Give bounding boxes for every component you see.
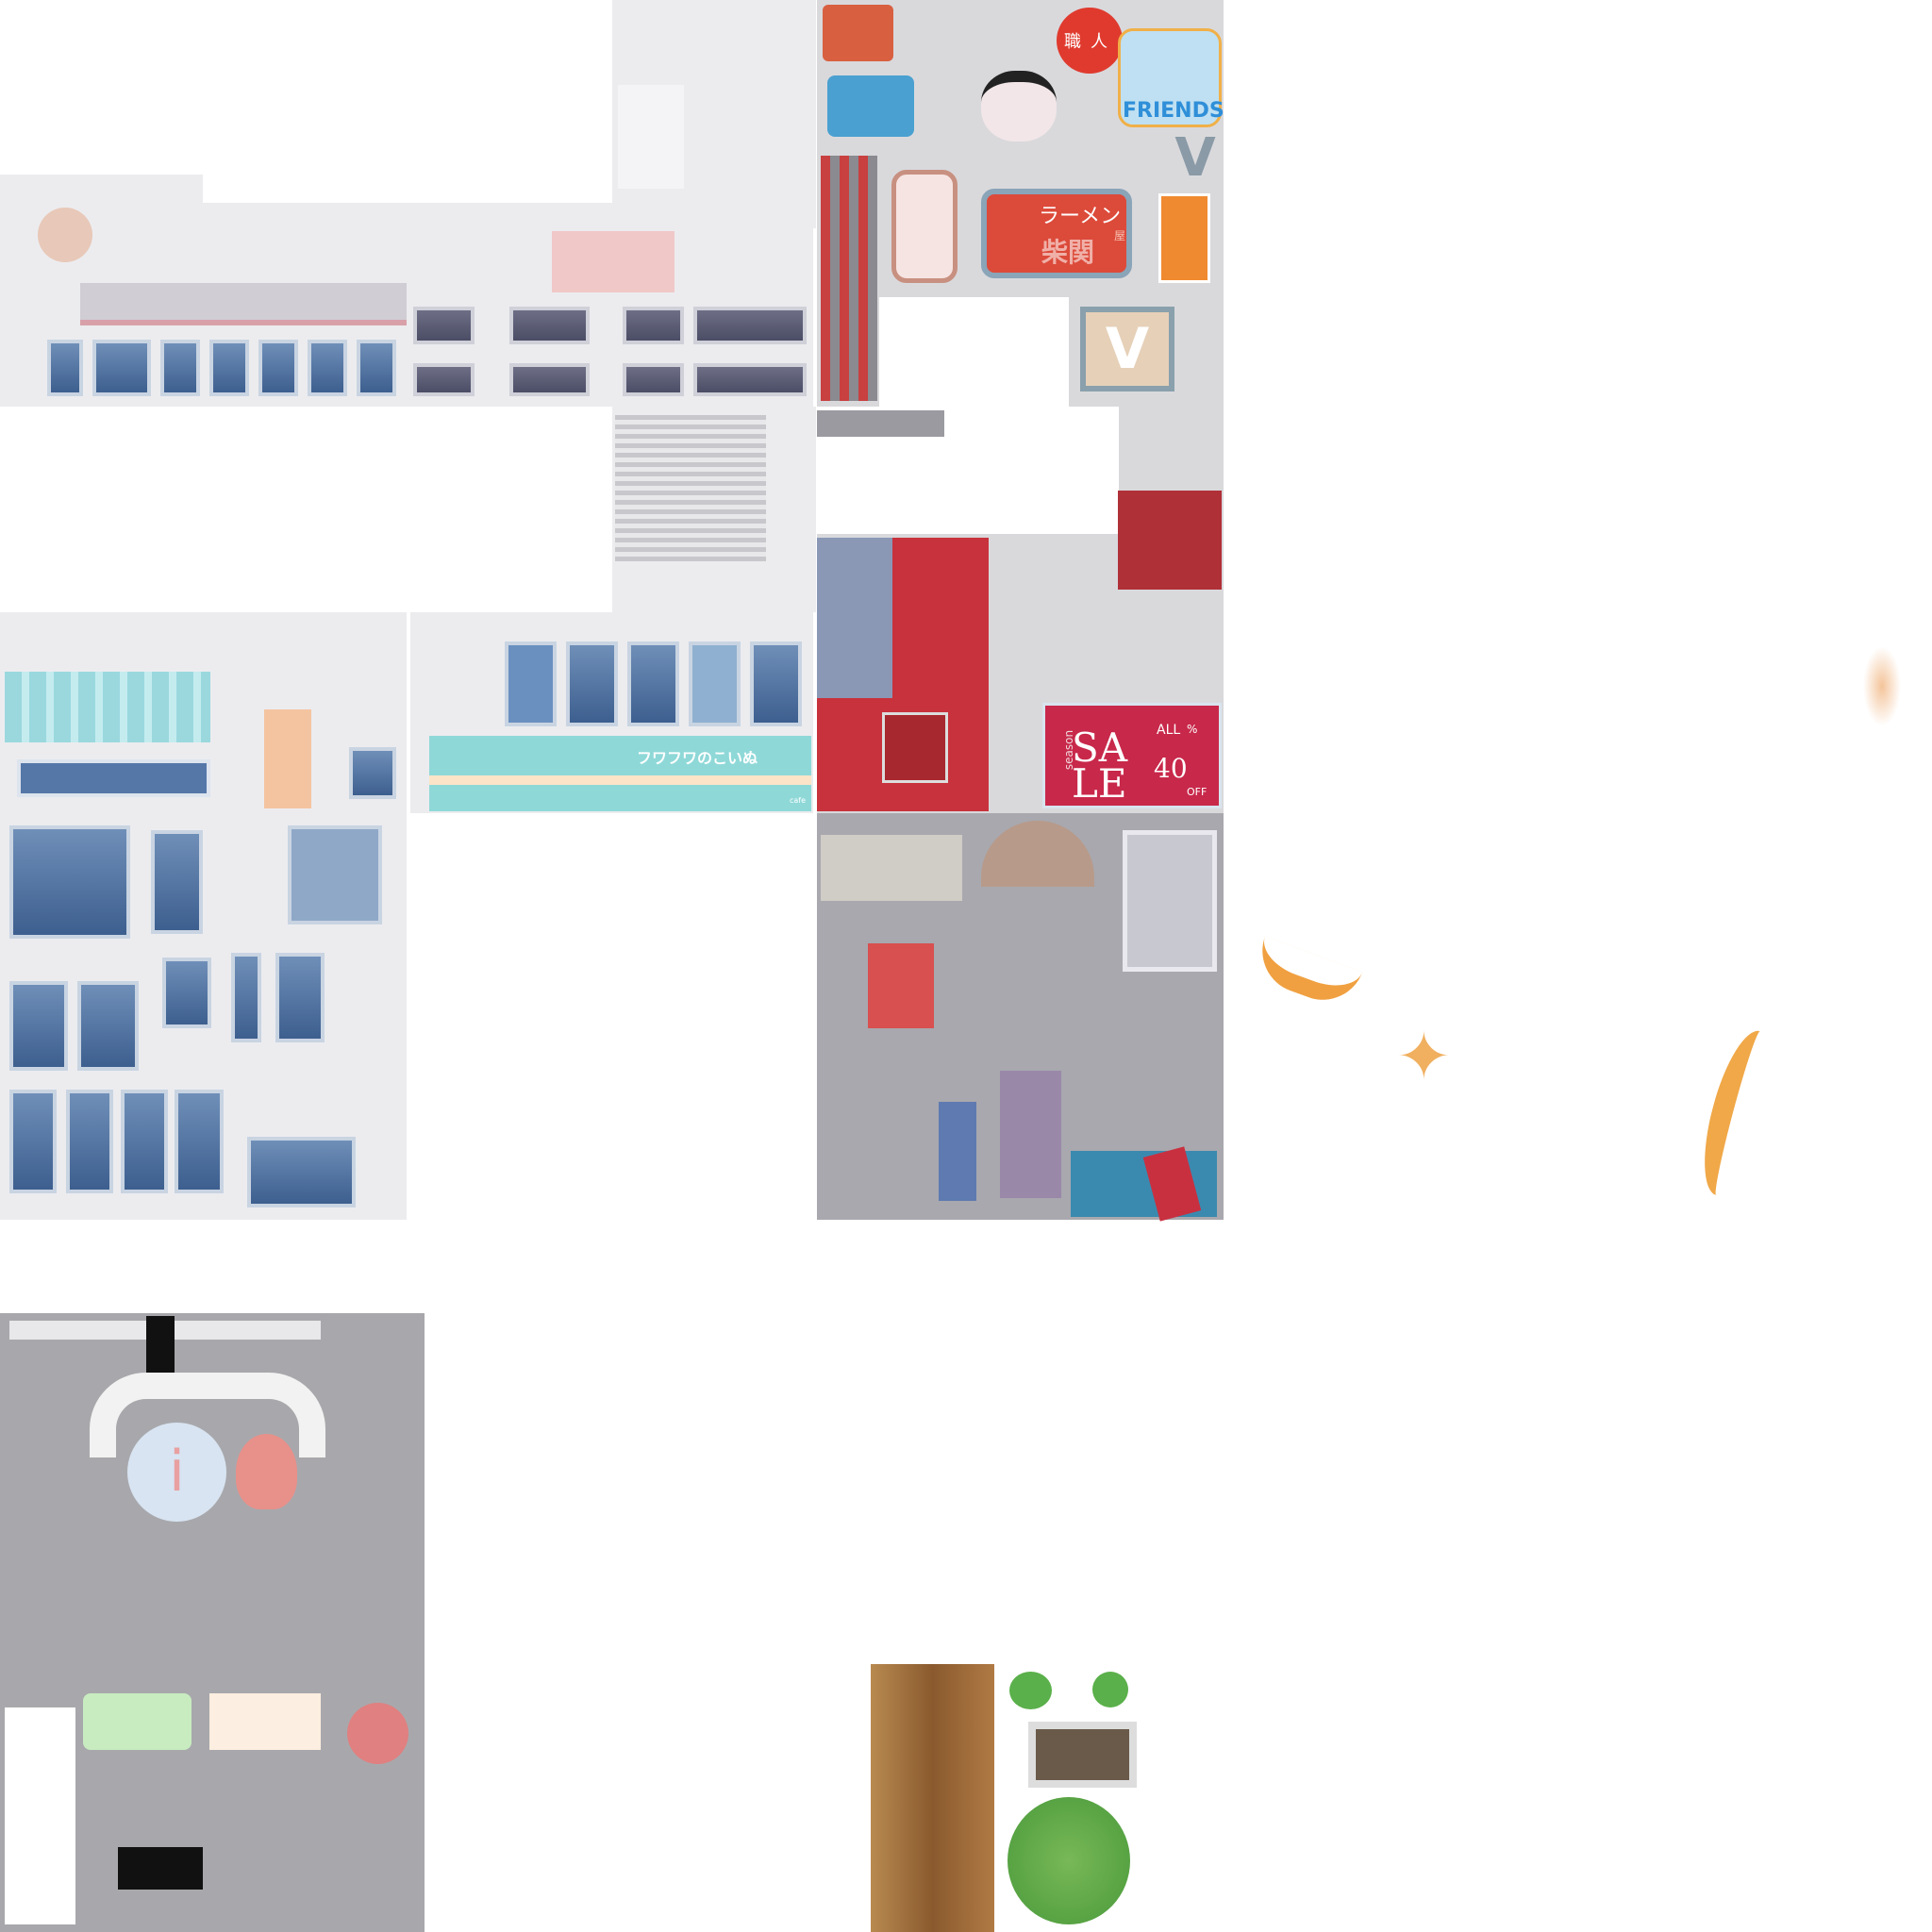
tile-panel <box>1000 1071 1061 1198</box>
orange-stroke <box>1690 1024 1786 1203</box>
window <box>209 340 249 396</box>
orange-stroke <box>1250 936 1363 1012</box>
blue-panel <box>817 538 892 698</box>
sticker-halo <box>827 75 914 137</box>
window <box>160 340 200 396</box>
dark-strip <box>817 410 944 437</box>
window <box>413 307 475 344</box>
window <box>121 1090 168 1193</box>
blue-door <box>939 1102 976 1201</box>
window <box>288 825 382 924</box>
vending-machine <box>1118 491 1222 590</box>
cyan-shutters <box>5 672 210 742</box>
window <box>509 307 590 344</box>
cream-box <box>209 1693 321 1750</box>
green-box <box>83 1693 192 1750</box>
window <box>623 363 684 396</box>
pink-panel <box>552 231 675 292</box>
window <box>162 958 211 1028</box>
window <box>47 340 83 396</box>
v-sign: V <box>1080 307 1174 391</box>
cafe-sign-stripe <box>429 775 811 785</box>
window <box>9 981 68 1071</box>
window <box>231 953 261 1042</box>
v-letter: V <box>1174 127 1216 189</box>
window <box>627 641 679 726</box>
planter <box>1028 1722 1137 1788</box>
window <box>175 1090 224 1193</box>
window <box>247 1137 356 1208</box>
red-props <box>868 943 934 1028</box>
shokunin-badge: 職人 <box>1057 8 1123 74</box>
window <box>77 981 139 1071</box>
window <box>9 825 130 939</box>
window <box>275 953 325 1042</box>
orange-poster <box>1158 193 1210 283</box>
window <box>92 340 151 396</box>
window <box>693 363 807 396</box>
friends-sticker: FRIENDS <box>1118 28 1224 127</box>
ramen-sign: ラーメン 屋 柴関 <box>981 189 1132 278</box>
info-sign: i <box>127 1423 226 1522</box>
rail-strip <box>0 175 203 203</box>
wood-texture <box>871 1664 994 1932</box>
window <box>566 641 618 726</box>
window <box>349 747 396 799</box>
window <box>66 1090 113 1193</box>
ring-panel <box>821 835 962 901</box>
shutter <box>615 415 766 561</box>
window-strip <box>17 759 210 797</box>
empty-area <box>879 297 1069 407</box>
window <box>413 363 475 396</box>
window <box>308 340 347 396</box>
bush <box>1008 1797 1130 1924</box>
window <box>693 307 807 344</box>
sparkle-icon: ✦ <box>1396 1018 1452 1095</box>
orange-splash <box>1863 646 1901 726</box>
white-panel <box>5 1707 75 1924</box>
red-circle <box>347 1703 408 1764</box>
door <box>882 712 948 783</box>
window <box>505 641 557 726</box>
awning <box>80 283 407 325</box>
window <box>151 830 203 934</box>
bear-badge <box>38 208 92 262</box>
cafe-sign: フワフワのこいぬ cafe <box>429 736 811 811</box>
texture-atlas: 職人 FRIENDS V ラーメン 屋 柴関 V season SA LE AL… <box>0 0 1932 1932</box>
leaf <box>1092 1672 1128 1707</box>
orange-panel <box>264 709 311 808</box>
black-panel <box>118 1847 203 1890</box>
poster-frame <box>1123 830 1217 972</box>
window <box>357 340 396 396</box>
pink-frame <box>891 170 958 283</box>
black-bracket <box>146 1316 175 1373</box>
window <box>750 641 802 726</box>
window <box>509 363 590 396</box>
color-strips <box>821 156 877 401</box>
leaf <box>1009 1672 1052 1709</box>
window <box>623 307 684 344</box>
sticker-red <box>823 5 893 61</box>
window <box>258 340 298 396</box>
panel <box>618 85 684 189</box>
sale-sign: season SA LE ALL % 40 OFF <box>1042 703 1222 808</box>
window <box>689 641 741 726</box>
window <box>9 1090 57 1193</box>
cone <box>236 1434 297 1509</box>
bear-sticker <box>981 71 1057 142</box>
